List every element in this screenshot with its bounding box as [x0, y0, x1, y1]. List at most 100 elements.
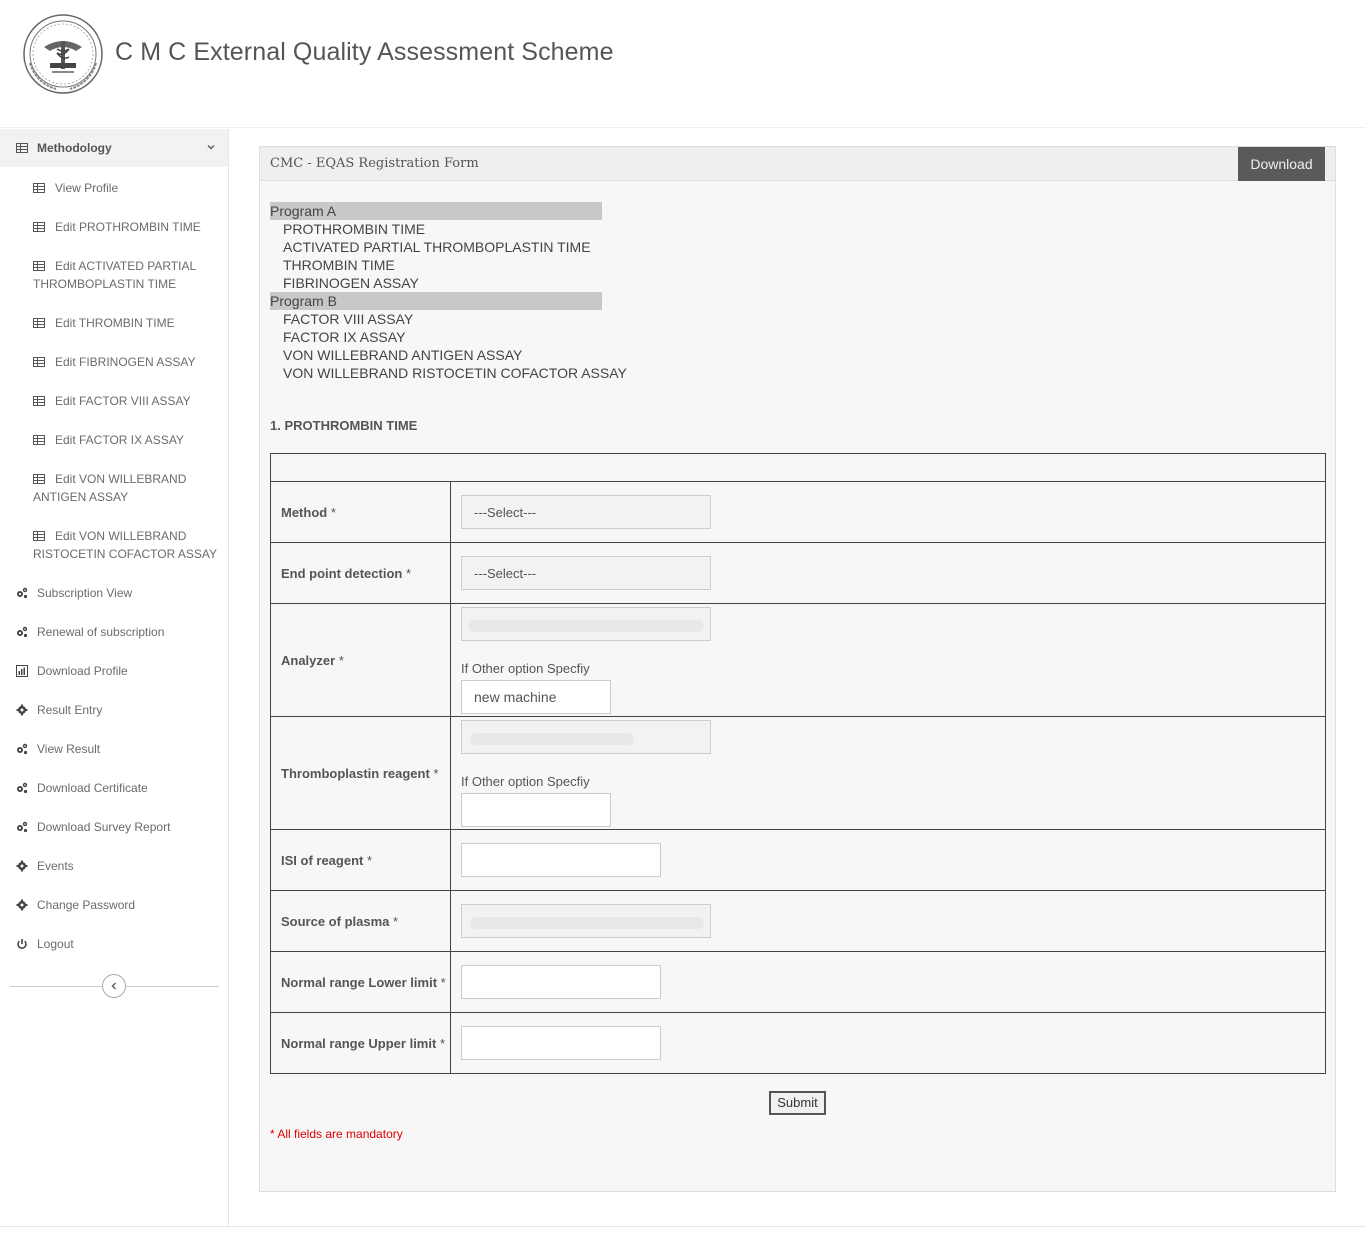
- method-select[interactable]: ---Select---: [461, 495, 711, 529]
- program-list: Program A PROTHROMBIN TIME ACTIVATED PAR…: [270, 202, 627, 382]
- sidebar-item-label: Edit FACTOR VIII ASSAY: [55, 394, 191, 408]
- analyzer-other-input[interactable]: new machine: [461, 679, 611, 714]
- sidebar-item-edit-factor-ix-assay[interactable]: Edit FACTOR IX ASSAY: [33, 431, 223, 449]
- sidebar-item-label: Edit THROMBIN TIME: [55, 316, 175, 330]
- table-icon: [33, 474, 45, 484]
- thromboplastin-cell: If Other option Specfiy: [450, 716, 1326, 830]
- sidebar-section-label: Methodology: [37, 141, 112, 155]
- thromboplastin-other-input[interactable]: [461, 792, 611, 827]
- table-icon: [33, 183, 45, 193]
- program-test: PROTHROMBIN TIME: [283, 221, 426, 237]
- download-button[interactable]: Download: [1238, 147, 1325, 181]
- required-mark: *: [393, 913, 399, 929]
- sidebar-item-label: Edit FIBRINOGEN ASSAY: [55, 355, 196, 369]
- registration-panel: CMC - EQAS Registration Form Download Pr…: [259, 146, 1336, 1192]
- sidebar-item-view-profile[interactable]: View Profile: [33, 179, 223, 197]
- sidebar-item-label: Download Survey Report: [37, 820, 171, 834]
- isi-input[interactable]: [461, 843, 661, 877]
- redacted-value: [470, 917, 704, 929]
- required-mark: *: [366, 852, 373, 868]
- chevron-down-icon: [207, 145, 215, 150]
- sidebar-item-label: Edit VON WILLEBRAND RISTOCETIN COFACTOR …: [33, 529, 218, 561]
- program-test: FIBRINOGEN ASSAY: [283, 275, 419, 291]
- table-icon: [16, 143, 28, 153]
- label-text: Normal range Upper limit: [281, 1035, 437, 1051]
- upper-limit-cell: [450, 1012, 1326, 1074]
- isi-label: ISI of reagent *: [270, 829, 451, 891]
- label-text: Normal range Lower limit: [281, 974, 438, 990]
- table-icon: [33, 396, 45, 406]
- required-mark: *: [330, 504, 336, 520]
- lower-limit-input[interactable]: [461, 965, 661, 999]
- sidebar-item-label: View Profile: [55, 181, 119, 195]
- table-row: Normal range Lower limit *: [270, 951, 1326, 1013]
- gears-icon: [17, 782, 28, 794]
- program-test: VON WILLEBRAND ANTIGEN ASSAY: [283, 347, 523, 363]
- gears-icon: [17, 587, 28, 599]
- panel-header: CMC - EQAS Registration Form Download: [260, 147, 1335, 181]
- thromboplastin-other-label: If Other option Specfiy: [461, 773, 590, 789]
- sidebar-section-methodology[interactable]: Methodology: [0, 129, 228, 167]
- upper-limit-input[interactable]: [461, 1026, 661, 1060]
- sidebar-item-label: Download Certificate: [37, 781, 148, 795]
- sidebar-item-edit-fibrinogen-assay[interactable]: Edit FIBRINOGEN ASSAY: [33, 353, 223, 371]
- sidebar-item-label: Download Profile: [37, 664, 128, 678]
- sidebar: Methodology View Profile Edit PROTHROMBI…: [0, 129, 229, 1226]
- upper-limit-label: Normal range Upper limit *: [270, 1012, 451, 1074]
- source-plasma-label: Source of plasma *: [270, 890, 451, 952]
- thromboplastin-select[interactable]: [461, 719, 711, 754]
- power-icon: [17, 939, 27, 949]
- label-text: Method: [281, 504, 328, 520]
- table-row: ISI of reagent *: [270, 829, 1326, 891]
- end-point-cell: ---Select---: [450, 542, 1326, 604]
- table-icon: [33, 357, 45, 367]
- sidebar-item-label: Result Entry: [37, 703, 103, 717]
- label-text: Thromboplastin reagent: [281, 765, 430, 781]
- sidebar-item-edit-aptt[interactable]: Edit ACTIVATED PARTIAL THROMBOPLASTIN TI…: [33, 257, 223, 293]
- required-mark: *: [440, 974, 446, 990]
- table-row: End point detection * ---Select---: [270, 542, 1326, 604]
- source-plasma-cell: [450, 890, 1326, 952]
- label-text: ISI of reagent: [281, 852, 364, 868]
- prothrombin-form-table: Method * ---Select--- End point detectio…: [270, 453, 1326, 1074]
- method-cell: ---Select---: [450, 481, 1326, 543]
- required-mark: *: [439, 1035, 445, 1051]
- required-mark: *: [405, 565, 412, 581]
- lower-limit-cell: [450, 951, 1326, 1013]
- program-test: THROMBIN TIME: [283, 257, 395, 273]
- sidebar-item-label: Subscription View: [37, 586, 133, 600]
- program-test: FACTOR IX ASSAY: [283, 329, 406, 345]
- table-row: Source of plasma *: [270, 890, 1326, 952]
- analyzer-cell: If Other option Specfiy new machine: [450, 603, 1326, 717]
- redacted-value: [470, 732, 634, 745]
- sidebar-item-label: Logout: [37, 937, 74, 951]
- source-plasma-select[interactable]: [461, 904, 711, 938]
- table-icon: [33, 435, 45, 445]
- analyzer-select[interactable]: [461, 606, 711, 641]
- sidebar-item-label: Change Password: [37, 898, 136, 912]
- cmc-logo[interactable]: [22, 13, 104, 95]
- sidebar-item-edit-thrombin-time[interactable]: Edit THROMBIN TIME: [33, 314, 223, 332]
- table-icon: [33, 531, 45, 541]
- analyzer-label: Analyzer *: [270, 603, 451, 717]
- gears-icon: [17, 821, 28, 833]
- table-row: Thromboplastin reagent * If Other option…: [270, 716, 1326, 830]
- sidebar-collapse-button[interactable]: [102, 974, 126, 998]
- required-mark: *: [338, 652, 344, 668]
- section-title: 1. PROTHROMBIN TIME: [270, 418, 418, 433]
- gear-icon: [16, 860, 28, 872]
- isi-cell: [450, 829, 1326, 891]
- thromboplastin-label: Thromboplastin reagent *: [270, 716, 451, 830]
- sidebar-item-edit-vwf-antigen-assay[interactable]: Edit VON WILLEBRAND ANTIGEN ASSAY: [33, 470, 223, 506]
- panel-title: CMC - EQAS Registration Form: [270, 156, 479, 171]
- method-label: Method *: [270, 481, 451, 543]
- sidebar-item-edit-vwf-ristocetin-assay[interactable]: Edit VON WILLEBRAND RISTOCETIN COFACTOR …: [33, 527, 223, 563]
- sidebar-item-label: Renewal of subscription: [37, 625, 165, 639]
- sidebar-item-edit-factor-viii-assay[interactable]: Edit FACTOR VIII ASSAY: [33, 392, 223, 410]
- program-heading: Program B: [270, 292, 602, 310]
- sidebar-item-edit-prothrombin-time[interactable]: Edit PROTHROMBIN TIME: [33, 218, 223, 236]
- end-point-select[interactable]: ---Select---: [461, 556, 711, 590]
- submit-button[interactable]: Submit: [769, 1091, 826, 1115]
- program-test: FACTOR VIII ASSAY: [283, 311, 414, 327]
- table-row: Normal range Upper limit *: [270, 1012, 1326, 1074]
